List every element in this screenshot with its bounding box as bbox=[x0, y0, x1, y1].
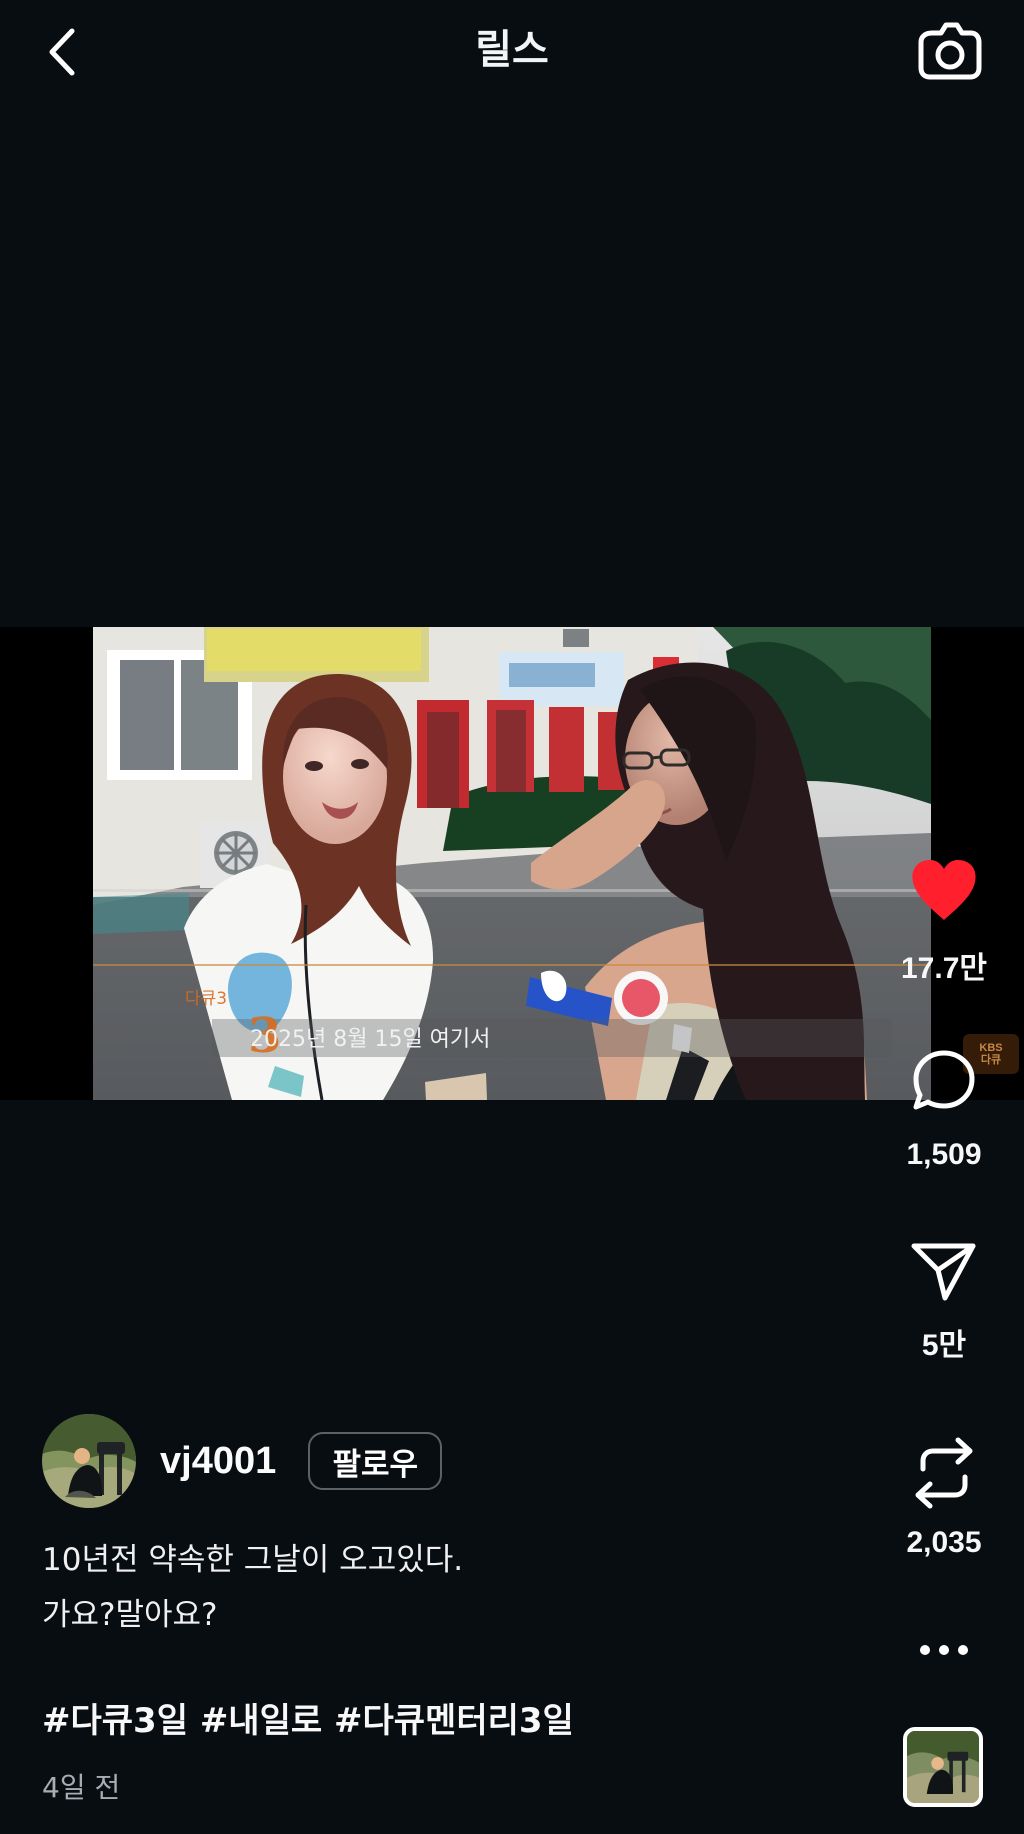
comment-count: 1,509 bbox=[906, 1138, 982, 1171]
send-icon bbox=[911, 1243, 976, 1301]
chevron-left-icon bbox=[49, 28, 75, 76]
like-count: 17.7만 bbox=[901, 952, 987, 985]
comment-button[interactable] bbox=[884, 1046, 1004, 1114]
author-row: vj4001 팔로우 bbox=[42, 1413, 443, 1509]
video-subtitle: 2025년 8월 15일 여기서 bbox=[250, 1027, 490, 1052]
author-username[interactable]: vj4001 bbox=[160, 1440, 276, 1483]
heart-icon bbox=[912, 860, 976, 920]
camera-icon bbox=[918, 22, 982, 80]
camera-button[interactable] bbox=[916, 16, 984, 84]
audio-thumbnail-photo bbox=[907, 1731, 979, 1803]
interview-video-image: 3 다큐3 2025년 8월 15일 여기서 bbox=[93, 627, 931, 1100]
top-bar: 릴스 bbox=[0, 0, 1024, 104]
author-avatar[interactable] bbox=[42, 1414, 136, 1508]
avatar-photo bbox=[42, 1414, 136, 1508]
post-hashtags[interactable]: #다큐3일 #내일로 #다큐멘터리3일 bbox=[42, 1695, 862, 1747]
repost-button[interactable] bbox=[884, 1435, 1004, 1511]
repost-count: 2,035 bbox=[906, 1526, 982, 1559]
share-count: 5만 bbox=[921, 1329, 967, 1362]
comment-bubble-icon bbox=[913, 1050, 975, 1110]
like-button[interactable] bbox=[884, 857, 1004, 925]
caption-line-2: 가요?말아요? bbox=[42, 1597, 218, 1633]
follow-button[interactable]: 팔로우 bbox=[308, 1432, 443, 1490]
page-title: 릴스 bbox=[475, 27, 549, 73]
reels-screen: 릴스 3 다큐3 2025년 8월 15일 여기서 KBS 다큐 17.7만 1… bbox=[0, 0, 1024, 1834]
repost-icon bbox=[915, 1437, 973, 1509]
back-button[interactable] bbox=[40, 22, 84, 82]
video-player[interactable]: 3 다큐3 2025년 8월 15일 여기서 bbox=[0, 627, 1024, 1100]
more-options-button[interactable] bbox=[906, 1628, 982, 1672]
program-mark: 다큐3 bbox=[185, 989, 227, 1009]
more-horizontal-icon bbox=[920, 1645, 968, 1655]
share-button[interactable] bbox=[884, 1238, 1004, 1304]
post-caption: 10년전 약속한 그날이 오고있다. 가요?말아요? bbox=[42, 1533, 862, 1643]
original-audio-thumbnail[interactable] bbox=[903, 1727, 983, 1807]
post-time: 4일 전 bbox=[42, 1771, 121, 1804]
video-frame[interactable]: 3 다큐3 2025년 8월 15일 여기서 bbox=[93, 627, 931, 1100]
caption-line-1: 10년전 약속한 그날이 오고있다. bbox=[42, 1542, 464, 1578]
